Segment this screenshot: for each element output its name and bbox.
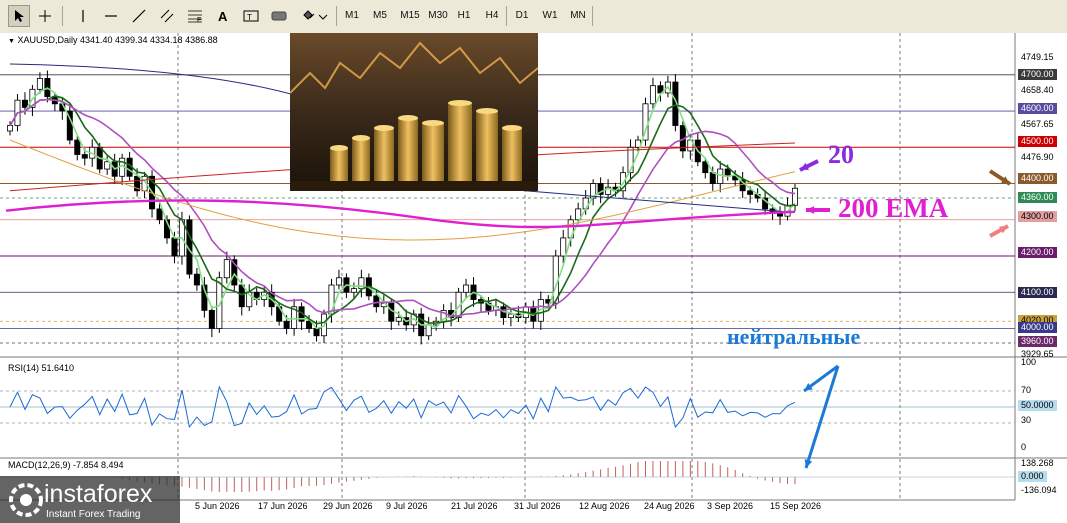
candle	[425, 324, 432, 337]
svg-text:T: T	[247, 13, 252, 22]
timeframe-d1-button[interactable]: D1	[510, 5, 534, 27]
timeframe-m30-button[interactable]: M30	[424, 5, 452, 27]
candle	[223, 259, 230, 279]
candle	[335, 277, 342, 286]
timeframe-m1-button[interactable]: M1	[340, 5, 364, 27]
candle	[649, 85, 656, 105]
candle	[388, 302, 395, 322]
date-axis-label: 5 Jun 2026	[195, 501, 240, 511]
candle	[36, 78, 43, 90]
toolbar: F A T M1 M5 M15 M30 H1 H4 D1 W1 MN	[0, 0, 1067, 34]
cursor-icon[interactable]	[8, 5, 30, 27]
candle	[81, 154, 88, 159]
macd-zero-tag: 0.000	[1018, 471, 1047, 482]
instaforex-logo-icon	[9, 483, 43, 517]
candle	[156, 208, 163, 221]
candle	[208, 309, 215, 329]
candle	[709, 172, 716, 184]
price-level-tag: 4700.00	[1018, 69, 1057, 80]
gold-coins-photo	[290, 33, 538, 191]
rsi-tick: 0	[1021, 442, 1027, 452]
horizontal-line-icon[interactable]	[100, 5, 122, 27]
date-axis-label: 29 Jun 2026	[323, 501, 373, 511]
chart-area[interactable]: ▼ XAUUSD,Daily 4341.40 4399.34 4334.18 4…	[0, 33, 1067, 523]
candle	[74, 139, 81, 155]
candle	[21, 99, 28, 108]
candle	[560, 237, 567, 257]
price-level-tag: 4300.00	[1018, 211, 1057, 222]
candle	[171, 237, 178, 257]
timeframe-m5-button[interactable]: M5	[368, 5, 392, 27]
rectangle-label-icon[interactable]	[268, 5, 290, 27]
candle	[238, 284, 245, 308]
chart-header: ▼ XAUUSD,Daily 4341.40 4399.34 4334.18 4…	[8, 35, 218, 45]
candle	[7, 125, 13, 132]
logo-tagline: Instant Forex Trading	[46, 509, 141, 520]
candle	[313, 328, 320, 337]
price-level-tag: 3960.00	[1018, 336, 1057, 347]
candle	[717, 168, 724, 184]
date-axis-label: 21 Jul 2026	[451, 501, 498, 511]
text-label-icon[interactable]: T	[240, 5, 262, 27]
price-tick: 4567.65	[1021, 119, 1054, 129]
price-level-tag: 4400.00	[1018, 173, 1057, 184]
candle	[373, 295, 380, 308]
logo-brand: instaforex	[44, 480, 153, 508]
macd-tick-top: 138.268	[1021, 458, 1054, 468]
collapse-triangle-icon: ▼	[8, 38, 15, 45]
fibonacci-icon[interactable]: F	[184, 5, 206, 27]
candle	[283, 320, 290, 329]
symbol-ohlc-text: XAUUSD,Daily 4341.40 4399.34 4334.18 438…	[17, 35, 218, 45]
price-tick: 4658.40	[1021, 85, 1054, 95]
date-axis-label: 9 Jul 2026	[386, 501, 428, 511]
timeframe-mn-button[interactable]: MN	[566, 5, 590, 27]
timeframe-w1-button[interactable]: W1	[538, 5, 562, 27]
ma20-label: 20	[828, 140, 854, 169]
date-axis-label: 3 Sep 2026	[707, 501, 754, 511]
candle	[350, 288, 357, 293]
price-level-tag: 4360.00	[1018, 192, 1057, 203]
timeframe-h4-button[interactable]: H4	[480, 5, 504, 27]
date-axis-label: 12 Aug 2026	[579, 501, 630, 511]
instaforex-logo: instaforex Instant Forex Trading	[0, 476, 180, 523]
svg-text:F: F	[197, 17, 201, 23]
candle	[395, 317, 402, 322]
neutral-label: нейтральные	[727, 324, 861, 349]
shapes-icon[interactable]	[300, 5, 330, 27]
macd-tick-bottom: -136.094	[1021, 485, 1057, 495]
svg-text:A: A	[218, 9, 228, 23]
price-level-tag: 4500.00	[1018, 136, 1057, 147]
date-axis-label: 31 Jul 2026	[514, 501, 561, 511]
price-level-tag: 4600.00	[1018, 103, 1057, 114]
crosshair-icon[interactable]	[34, 5, 56, 27]
equidistant-channel-icon[interactable]	[156, 5, 178, 27]
candle	[747, 190, 754, 195]
timeframe-h1-button[interactable]: H1	[452, 5, 476, 27]
date-axis-label: 15 Sep 2026	[770, 501, 822, 511]
rsi-header: RSI(14) 51.6410	[8, 363, 75, 373]
candle	[463, 284, 470, 293]
price-tick: 4749.15	[1021, 52, 1054, 62]
rsi-level-tag: 50.0000	[1018, 400, 1057, 411]
text-icon[interactable]: A	[212, 5, 234, 27]
price-level-tag: 4100.00	[1018, 287, 1057, 298]
vertical-line-icon[interactable]	[72, 5, 94, 27]
rsi-tick: 30	[1021, 415, 1032, 425]
candle	[193, 273, 200, 286]
price-level-tag: 4000.00	[1018, 322, 1057, 333]
timeframe-m15-button[interactable]: M15	[396, 5, 424, 27]
ema200-label: 200 EMA	[838, 193, 949, 223]
date-axis-label: 17 Jun 2026	[258, 501, 308, 511]
macd-header: MACD(12,26,9) -7.854 8.494	[8, 460, 124, 470]
price-level-tag: 4200.00	[1018, 247, 1057, 258]
candle	[792, 187, 799, 206]
rsi-tick-top: 100	[1021, 357, 1037, 367]
trendline-icon[interactable]	[128, 5, 150, 27]
rsi-tick: 70	[1021, 385, 1032, 395]
date-axis-label: 24 Aug 2026	[644, 501, 695, 511]
price-tick: 4476.90	[1021, 152, 1054, 162]
